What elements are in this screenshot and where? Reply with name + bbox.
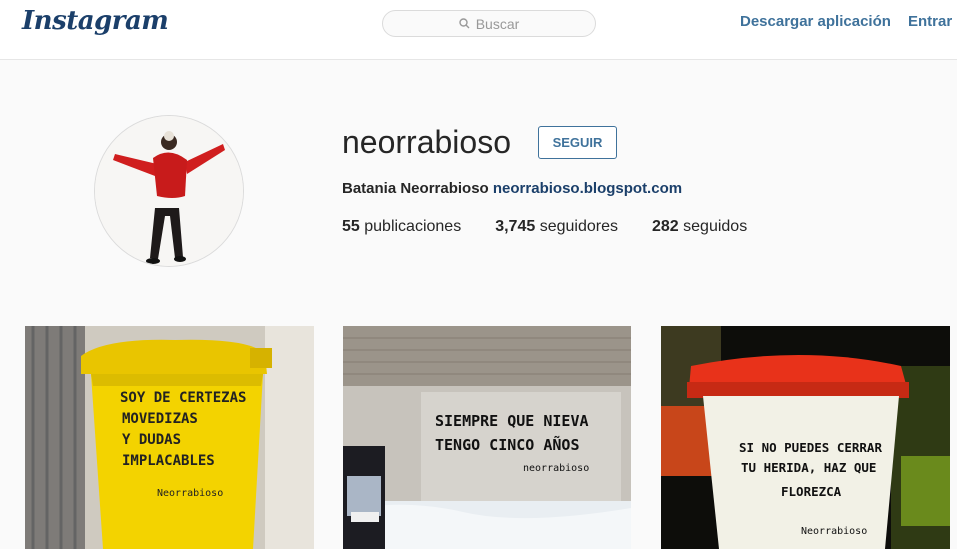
post-text-line: Y DUDAS	[122, 432, 181, 448]
profile-bio: Batania Neorrabioso neorrabioso.blogspot…	[342, 180, 682, 197]
search-input[interactable]: Buscar	[382, 10, 596, 37]
followers-label: seguidores	[539, 218, 618, 235]
post-thumbnail[interactable]: SOY DE CERTEZAS MOVEDIZAS Y DUDAS IMPLAC…	[25, 326, 314, 549]
profile-website-link[interactable]: neorrabioso.blogspot.com	[493, 180, 682, 197]
followers-stat[interactable]: 3,745 seguidores	[495, 218, 618, 236]
post-text-line: FLOREZCA	[781, 484, 842, 499]
following-count: 282	[651, 218, 679, 235]
post-text-line: SI NO PUEDES CERRAR	[739, 440, 882, 455]
post-thumbnail[interactable]: SIEMPRE QUE NIEVA TENGO CINCO AÑOS neorr…	[343, 326, 631, 549]
profile-stats: 55 publicaciones 3,745 seguidores 282 se…	[342, 218, 781, 236]
top-bar: Instagram Buscar Descargar aplicación En…	[0, 0, 957, 60]
login-link[interactable]: Entrar	[908, 13, 952, 30]
posts-count: 55	[342, 218, 360, 235]
profile-username: neorrabioso	[342, 124, 511, 160]
following-label: seguidos	[683, 218, 748, 235]
posts-stat: 55 publicaciones	[342, 218, 461, 236]
post-thumbnail[interactable]: SI NO PUEDES CERRAR TU HERIDA, HAZ QUE F…	[661, 326, 950, 549]
instagram-logo[interactable]: Instagram	[22, 6, 169, 36]
profile-full-name: Batania Neorrabioso	[342, 180, 489, 197]
post-text-line: SOY DE CERTEZAS	[120, 390, 246, 406]
post-text-line: IMPLACABLES	[122, 453, 215, 469]
download-app-link[interactable]: Descargar aplicación	[740, 13, 891, 30]
post-text-line: SIEMPRE QUE NIEVA	[435, 412, 589, 430]
search-placeholder: Buscar	[475, 15, 520, 32]
posts-label: publicaciones	[364, 218, 462, 235]
profile-avatar	[94, 115, 244, 267]
following-stat[interactable]: 282 seguidos	[652, 218, 747, 236]
post-signature: Neorrabioso	[157, 488, 223, 499]
post-text-line: TENGO CINCO AÑOS	[435, 435, 580, 454]
post-signature: Neorrabioso	[801, 526, 867, 537]
post-text-line: TU HERIDA, HAZ QUE	[741, 460, 876, 475]
post-text-line: MOVEDIZAS	[122, 411, 198, 427]
followers-count: 3,745	[495, 218, 536, 235]
post-signature: neorrabioso	[523, 463, 589, 474]
follow-button[interactable]: SEGUIR	[538, 126, 617, 159]
search-icon	[459, 18, 470, 29]
